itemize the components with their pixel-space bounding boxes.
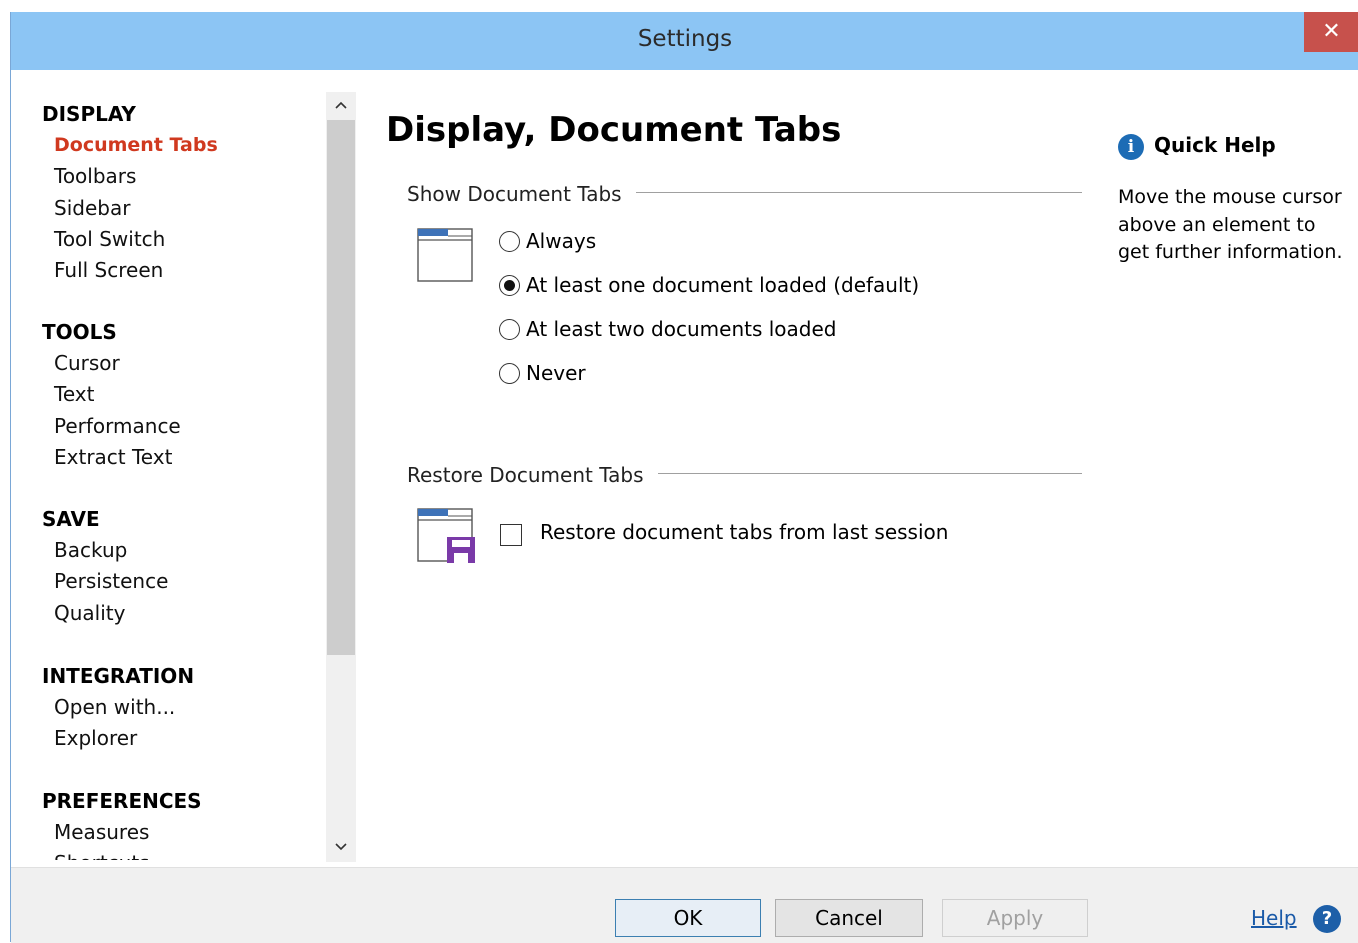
apply-button[interactable]: Apply	[942, 899, 1088, 937]
radio-always[interactable]: Always	[499, 227, 596, 255]
nav-heading: TOOLS	[42, 320, 117, 344]
radio-button-selected[interactable]	[499, 274, 520, 296]
nav-item-backup[interactable]: Backup	[42, 535, 168, 566]
nav-item-document-tabs[interactable]: Document Tabs	[42, 130, 218, 161]
scroll-up-arrow-icon[interactable]	[326, 92, 356, 120]
radio-button[interactable]	[499, 362, 520, 384]
radio-label: At least two documents loaded	[526, 317, 837, 341]
close-button[interactable]: ✕	[1304, 12, 1358, 52]
cancel-button[interactable]: Cancel	[775, 899, 923, 937]
nav-item-tool-switch[interactable]: Tool Switch	[42, 224, 218, 255]
radio-button[interactable]	[499, 230, 520, 252]
scroll-down-arrow-icon[interactable]	[326, 834, 356, 862]
nav-item-text[interactable]: Text	[42, 379, 181, 410]
nav-section-preferences: PREFERENCES Measures Shortcuts	[42, 786, 202, 860]
help-question-icon[interactable]: ?	[1313, 905, 1341, 933]
nav-item-extract-text[interactable]: Extract Text	[42, 442, 181, 473]
nav-item-toolbars[interactable]: Toolbars	[42, 161, 218, 192]
nav-section-save: SAVE Backup Persistence Quality	[42, 504, 168, 629]
nav-item-open-with[interactable]: Open with...	[42, 692, 194, 723]
tabbed-window-icon	[417, 228, 475, 290]
radio-label: Never	[526, 361, 586, 385]
info-icon: i	[1118, 134, 1144, 160]
radio-label: At least one document loaded (default)	[526, 273, 920, 297]
scroll-thumb[interactable]	[327, 120, 355, 655]
radio-button[interactable]	[499, 318, 520, 340]
nav-section-integration: INTEGRATION Open with... Explorer	[42, 661, 194, 755]
nav-heading: SAVE	[42, 507, 100, 531]
nav-heading: INTEGRATION	[42, 664, 195, 688]
nav-item-full-screen[interactable]: Full Screen	[42, 255, 218, 286]
restore-tabs-group-label: Restore Document Tabs	[407, 463, 658, 487]
show-tabs-group-label: Show Document Tabs	[407, 182, 636, 206]
nav-item-shortcuts[interactable]: Shortcuts	[42, 848, 202, 860]
nav-heading: DISPLAY	[42, 102, 136, 126]
tabbed-window-save-icon	[417, 508, 479, 570]
nav-item-sidebar[interactable]: Sidebar	[42, 193, 218, 224]
nav-item-explorer[interactable]: Explorer	[42, 723, 194, 754]
radio-at-least-one[interactable]: At least one document loaded (default)	[499, 271, 919, 299]
restore-tabs-checkbox[interactable]	[500, 524, 522, 546]
page-title: Display, Document Tabs	[386, 110, 842, 150]
settings-nav: DISPLAY Document Tabs Toolbars Sidebar T…	[11, 70, 326, 860]
quick-help-text: Move the mouse cursor above an element t…	[1118, 186, 1343, 263]
radio-at-least-two[interactable]: At least two documents loaded	[499, 315, 837, 343]
nav-item-performance[interactable]: Performance	[42, 411, 181, 442]
settings-window: Settings ✕ DISPLAY Document Tabs Toolbar…	[10, 12, 1358, 943]
nav-item-measures[interactable]: Measures	[42, 817, 202, 848]
nav-section-tools: TOOLS Cursor Text Performance Extract Te…	[42, 317, 181, 473]
nav-heading: PREFERENCES	[42, 789, 202, 813]
help-link[interactable]: Help	[1251, 906, 1297, 930]
ok-button[interactable]: OK	[615, 899, 761, 937]
title-bar[interactable]: Settings ✕	[11, 12, 1358, 70]
window-title: Settings	[637, 26, 733, 52]
nav-section-display: DISPLAY Document Tabs Toolbars Sidebar T…	[42, 99, 218, 286]
dialog-footer: OK Cancel Apply Help ?	[11, 867, 1358, 943]
radio-never[interactable]: Never	[499, 359, 586, 387]
nav-item-persistence[interactable]: Persistence	[42, 566, 168, 597]
nav-item-quality[interactable]: Quality	[42, 598, 168, 629]
nav-item-cursor[interactable]: Cursor	[42, 348, 181, 379]
quick-help-title: Quick Help	[1154, 133, 1276, 157]
nav-scrollbar[interactable]	[326, 92, 356, 862]
restore-tabs-label[interactable]: Restore document tabs from last session	[540, 520, 948, 544]
radio-label: Always	[526, 229, 597, 253]
